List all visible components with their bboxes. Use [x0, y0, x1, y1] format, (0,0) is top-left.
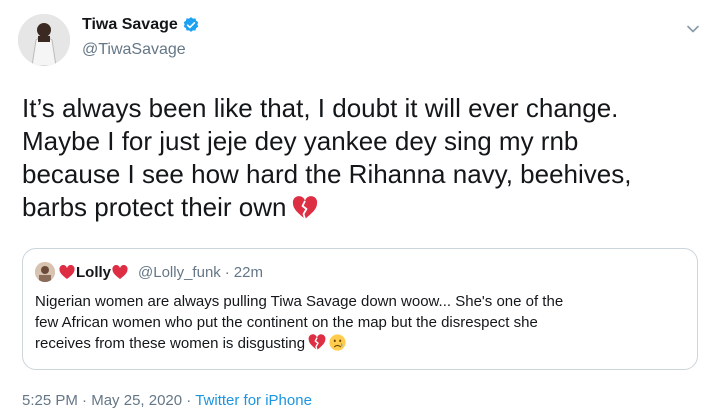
- red-heart-icon: [59, 264, 75, 280]
- tweet-line: barbs protect their own: [22, 192, 287, 222]
- tweet-card: Tiwa Savage @TiwaSavage It’s always been…: [0, 0, 722, 415]
- tweet-text: It’s always been like that, I doubt it w…: [22, 92, 712, 224]
- tweet-line: It’s always been like that, I doubt it w…: [22, 93, 619, 123]
- quoted-line: Nigerian women are always pulling Tiwa S…: [35, 293, 564, 310]
- tweet-line: Maybe I for just jeje dey yankee dey sin…: [22, 126, 579, 156]
- author-handle[interactable]: @TiwaSavage: [82, 41, 186, 59]
- quoted-line-last: receives from these women is disgusting: [35, 333, 685, 354]
- footer-separator: ·: [182, 392, 196, 409]
- quoted-author-name[interactable]: Lolly: [76, 264, 111, 281]
- quoted-line: receives from these women is disgusting: [35, 335, 306, 352]
- broken-heart-icon: [292, 195, 318, 220]
- red-heart-icon: [112, 264, 128, 280]
- quoted-author-avatar[interactable]: [35, 262, 55, 282]
- avatar-image: [18, 14, 70, 66]
- verified-badge-icon: [182, 16, 200, 34]
- tweet-line-last: barbs protect their own: [22, 191, 712, 224]
- quoted-timestamp[interactable]: 22m: [234, 264, 263, 281]
- footer-separator: ·: [77, 392, 92, 409]
- quoted-tweet[interactable]: Lolly @Lolly_funk · 22m Nigerian women a…: [22, 248, 698, 370]
- quoted-author-handle[interactable]: @Lolly_funk: [138, 264, 221, 281]
- quoted-tweet-text: Nigerian women are always pulling Tiwa S…: [35, 291, 685, 354]
- broken-heart-icon: [308, 334, 326, 351]
- quoted-tweet-header: Lolly @Lolly_funk · 22m: [35, 261, 263, 283]
- crying-face-icon: [329, 334, 347, 351]
- quoted-line: few African women who put the continent …: [35, 314, 538, 331]
- chevron-down-icon[interactable]: [686, 22, 700, 36]
- tweet-source-link[interactable]: Twitter for iPhone: [195, 392, 312, 409]
- author-avatar[interactable]: [18, 14, 70, 66]
- author-display-name[interactable]: Tiwa Savage: [82, 16, 178, 34]
- tweet-time[interactable]: 5:25 PM: [22, 392, 78, 409]
- author-name-row: Tiwa Savage: [82, 16, 200, 34]
- tweet-date[interactable]: May 25, 2020: [91, 392, 182, 409]
- tweet-line: because I see how hard the Rihanna navy,…: [22, 159, 632, 189]
- quoted-separator: ·: [224, 263, 230, 281]
- tweet-footer: 5:25 PM · May 25, 2020 · Twitter for iPh…: [22, 392, 312, 409]
